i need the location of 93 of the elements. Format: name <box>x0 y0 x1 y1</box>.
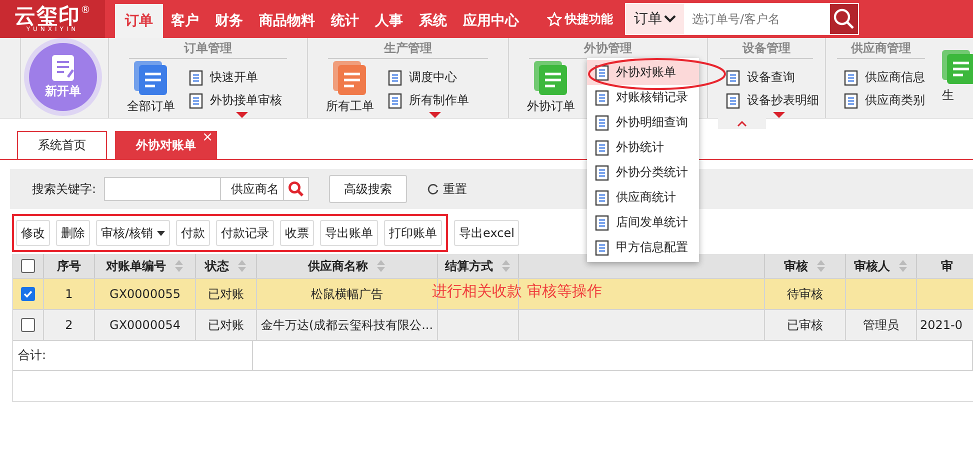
nav-tab[interactable]: 客户 <box>163 4 207 38</box>
caret-down-icon[interactable] <box>428 112 440 118</box>
menu-item[interactable]: 对账核销记录 <box>587 85 699 110</box>
caret-down-icon[interactable] <box>772 112 784 118</box>
document-icon <box>844 70 858 86</box>
document-icon <box>595 190 609 206</box>
document-icon <box>595 214 609 230</box>
nav-tab[interactable]: 订单 <box>115 4 163 38</box>
ribbon-button[interactable]: 全部订单 <box>127 61 175 115</box>
row-checkbox[interactable] <box>21 318 35 332</box>
ribbon-link[interactable]: 调度中心 <box>388 69 469 86</box>
menu-item[interactable]: 供应商统计 <box>587 185 699 210</box>
table-cell: 待审核 <box>787 286 823 302</box>
toolbar-button[interactable]: 删除 <box>56 220 90 246</box>
group-title: 设备管理 <box>720 38 814 59</box>
search-button[interactable] <box>284 177 310 201</box>
group-title: 供应商管理 <box>837 38 925 59</box>
table-cell: GX0000054 <box>110 318 180 332</box>
table-cell: 管理员 <box>863 316 899 334</box>
document-icon <box>595 240 609 256</box>
document-icon <box>595 164 609 180</box>
nav-tab[interactable]: 商品物料 <box>251 4 323 38</box>
document-icon <box>726 70 740 86</box>
table-cell: 金牛万达(成都云玺科技有限公... <box>260 316 434 334</box>
document-icon <box>595 90 609 106</box>
row-checkbox[interactable] <box>21 287 35 301</box>
table-cell: 2 <box>65 318 73 332</box>
document-icon <box>844 92 858 108</box>
nav-tab[interactable]: 系统 <box>411 4 455 38</box>
ribbon-link[interactable]: 供应商类别 <box>844 92 925 109</box>
toolbar-button[interactable]: 付款记录 <box>216 220 274 246</box>
reset-button[interactable]: 重置 <box>427 180 468 198</box>
caret-down-icon[interactable] <box>236 112 248 118</box>
nav-tab[interactable]: 财务 <box>207 4 251 38</box>
quick-functions-button[interactable]: 快捷功能 <box>547 10 613 28</box>
menu-item[interactable]: 外协明细查询 <box>587 110 699 135</box>
table-cell: 已对账 <box>208 286 244 302</box>
ribbon-link[interactable]: 设备抄表明细 <box>726 92 819 109</box>
caret-down-icon <box>157 230 166 236</box>
group-title: 订单管理 <box>128 38 288 59</box>
group-title: 生产管理 <box>328 38 488 59</box>
table-cell: 1 <box>65 287 73 301</box>
document-icon <box>595 64 609 80</box>
toolbar-button[interactable]: 审核/核销 <box>96 220 170 246</box>
table-cell: 松鼠横幅广告 <box>311 286 383 302</box>
menu-item[interactable]: 外协统计 <box>587 135 699 160</box>
table-cell: GX0000055 <box>110 287 180 301</box>
document-icon <box>595 140 609 156</box>
document-icon <box>388 70 402 86</box>
star-icon <box>547 12 562 26</box>
annotation-text: 进行相关收款 审核等操作 <box>432 282 602 301</box>
ribbon-link[interactable]: 外协接单审核 <box>189 92 282 109</box>
document-icon <box>189 92 203 108</box>
close-icon[interactable]: × <box>202 130 213 145</box>
table-cell: 已审核 <box>787 316 823 334</box>
menu-item[interactable]: 外协对账单 <box>587 60 699 85</box>
toolbar-button[interactable]: 付款 <box>176 220 210 246</box>
toolbar-button[interactable]: 收票 <box>280 220 314 246</box>
document-icon <box>189 70 203 86</box>
keyword-field[interactable] <box>104 177 220 201</box>
nav-tab[interactable]: 人事 <box>367 4 411 38</box>
toolbar-button[interactable]: 导出账单 <box>320 220 378 246</box>
ribbon-button[interactable]: 所有工单 <box>326 61 374 115</box>
ribbon-button[interactable]: 生 <box>942 50 973 104</box>
toolbar-button[interactable]: 打印账单 <box>384 220 442 246</box>
advanced-search-button[interactable]: 高级搜索 <box>329 175 408 203</box>
collapse-tab[interactable] <box>718 118 766 129</box>
ribbon-link[interactable]: 设备查询 <box>726 69 819 86</box>
toolbar-button[interactable]: 导出excel <box>454 220 520 246</box>
document-icon <box>595 114 609 130</box>
ribbon-link[interactable]: 供应商信息 <box>844 69 925 86</box>
page-tab[interactable]: 外协对账单 × <box>115 131 217 159</box>
ribbon-button[interactable]: 外协订单 <box>527 61 575 115</box>
nav-tab[interactable]: 统计 <box>323 4 367 38</box>
refresh-icon <box>427 183 440 195</box>
select-all-checkbox[interactable] <box>21 259 35 273</box>
menu-item[interactable]: 外协分类统计 <box>587 160 699 185</box>
document-icon <box>726 92 740 108</box>
nav-tab[interactable]: 应用中心 <box>455 4 527 38</box>
filter-label: 搜索关键字: <box>32 180 96 198</box>
table-cell: 已对账 <box>208 316 244 334</box>
table-cell: 2021-0 <box>920 318 963 332</box>
total-label: 合计: <box>18 347 46 364</box>
caret-up-icon <box>737 120 747 126</box>
document-icon <box>388 92 402 108</box>
search-icon <box>288 181 304 197</box>
ribbon-link[interactable]: 所有制作单 <box>388 92 469 109</box>
menu-item[interactable]: 甲方信息配置 <box>587 235 699 260</box>
page-tab[interactable]: 系统首页 <box>17 131 107 159</box>
toolbar-button[interactable]: 修改 <box>16 220 50 246</box>
ribbon-link[interactable]: 快速开单 <box>189 69 282 86</box>
menu-item[interactable]: 店间发单统计 <box>587 210 699 235</box>
field-type-select[interactable]: 供应商名 <box>220 177 284 201</box>
